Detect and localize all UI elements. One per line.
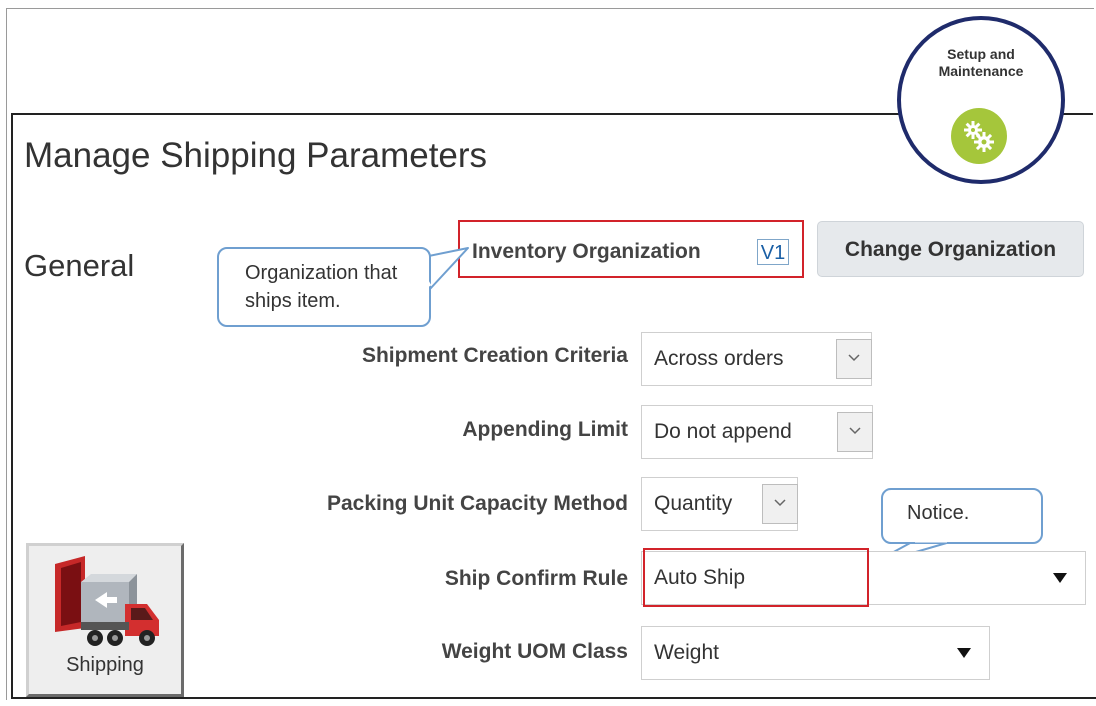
- shipping-tile-button[interactable]: Shipping: [26, 543, 184, 697]
- shipment-creation-label: Shipment Creation Criteria: [361, 344, 628, 367]
- appending-limit-value: Do not append: [654, 420, 792, 443]
- appending-limit-label: Appending Limit: [462, 418, 628, 441]
- ship-confirm-label: Ship Confirm Rule: [444, 567, 628, 590]
- weight-uom-select[interactable]: Weight: [641, 626, 990, 680]
- dropdown-arrow-icon[interactable]: [1035, 552, 1085, 604]
- ship-confirm-highlight: [643, 548, 869, 607]
- shipping-tile-label: Shipping: [66, 654, 144, 676]
- shipment-creation-value: Across orders: [654, 347, 784, 370]
- appending-limit-select[interactable]: Do not append: [641, 405, 873, 459]
- shipment-creation-select[interactable]: Across orders: [641, 332, 872, 386]
- dropdown-arrow-icon[interactable]: [939, 627, 989, 679]
- packing-unit-label: Packing Unit Capacity Method: [326, 492, 628, 515]
- weight-uom-value: Weight: [654, 641, 719, 664]
- packing-unit-value: Quantity: [654, 492, 733, 515]
- chevron-down-icon[interactable]: [762, 484, 798, 524]
- weight-uom-label: Weight UOM Class: [441, 640, 628, 663]
- chevron-down-icon[interactable]: [837, 412, 873, 452]
- truck-icon: [55, 556, 159, 646]
- packing-unit-select[interactable]: Quantity: [641, 477, 798, 531]
- chevron-down-icon[interactable]: [836, 339, 872, 379]
